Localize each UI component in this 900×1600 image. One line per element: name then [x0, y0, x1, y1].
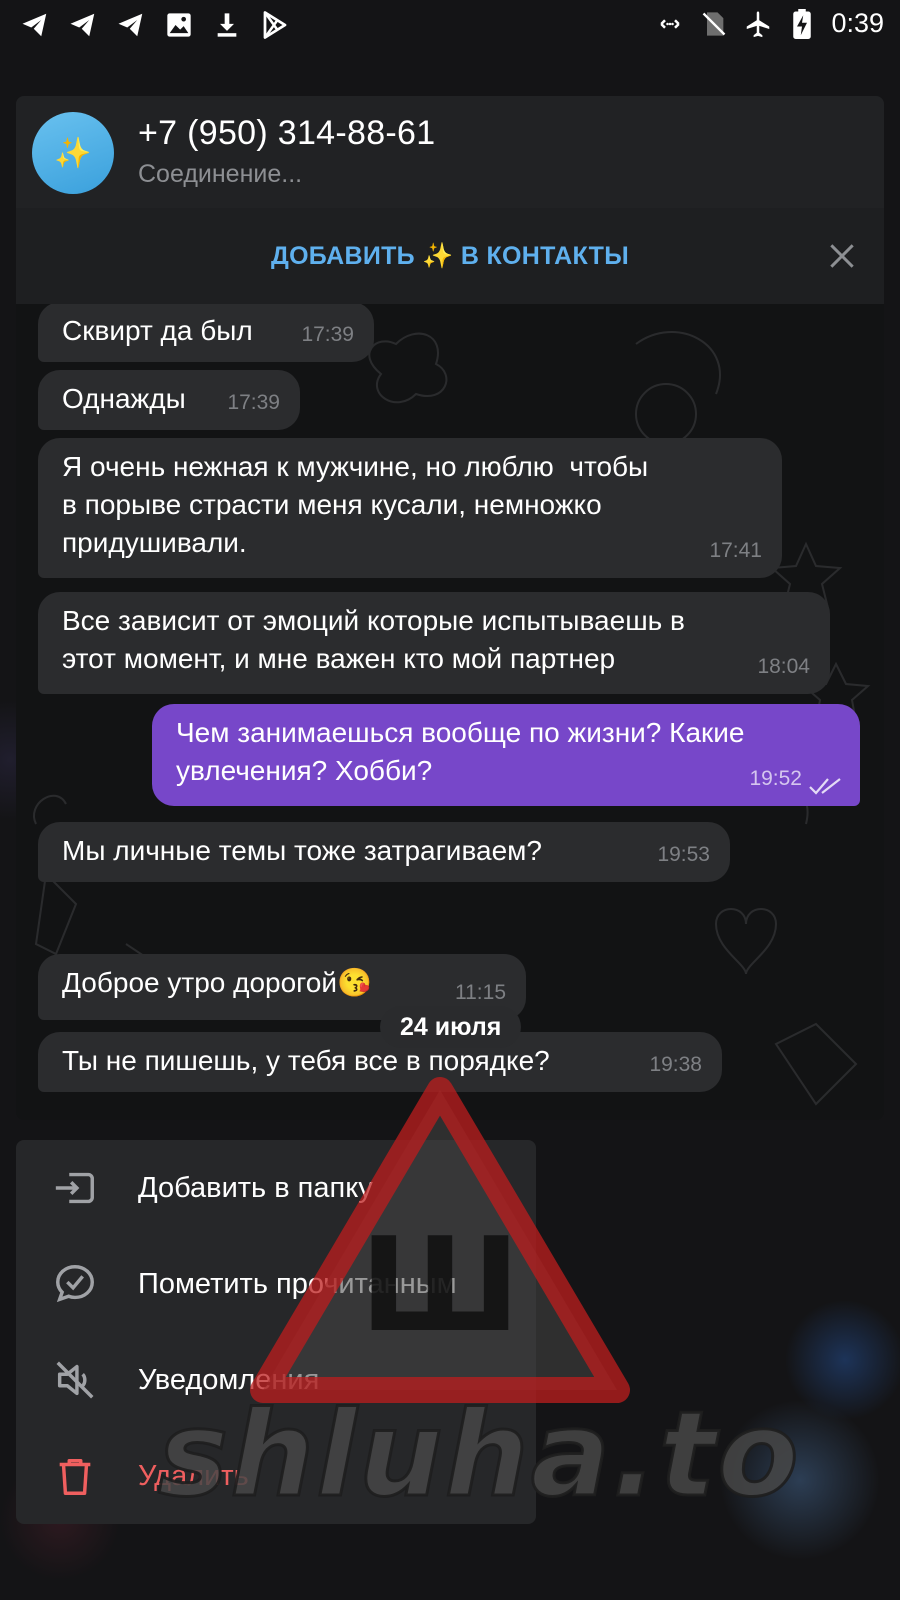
no-sim-icon [699, 9, 729, 39]
menu-item-delete[interactable]: Удалить [16, 1428, 536, 1524]
battery-charging-icon [787, 8, 817, 39]
menu-item-label: Удалить [138, 1459, 249, 1492]
telegram-icon [116, 10, 146, 40]
avatar: ✨ [32, 112, 114, 194]
message-time: 19:38 [649, 1053, 702, 1076]
play-store-icon [260, 10, 290, 40]
message-text: Я очень нежная к мужчине, но люблю чтобы… [62, 451, 649, 558]
close-icon[interactable] [826, 240, 858, 272]
menu-item-label: Уведомления [138, 1363, 320, 1396]
incoming-message[interactable]: Однажды 17:39 [38, 370, 300, 430]
menu-item-notifications[interactable]: Уведомления [16, 1332, 536, 1428]
outgoing-message[interactable]: Чем занимаешься вообще по жизни? Какие у… [152, 704, 860, 806]
add-contact-label-part1: ДОБАВИТЬ [270, 241, 415, 270]
download-icon [212, 10, 242, 40]
chat-title: +7 (950) 314-88-61 [138, 114, 436, 152]
add-contact-bar: ДОБАВИТЬ ✨ В КОНТАКТЫ [16, 208, 884, 304]
chat-preview[interactable]: ✨ +7 (950) 314-88-61 Соединение... ДОБАВ… [16, 96, 884, 1120]
telegram-icon [20, 10, 50, 40]
airplane-icon [743, 9, 773, 39]
message-time: 19:53 [657, 843, 710, 866]
image-icon [164, 10, 194, 40]
data-saver-icon [655, 9, 685, 39]
connection-status: Соединение... [138, 160, 303, 188]
mute-icon [52, 1357, 98, 1403]
message-time: 17:39 [301, 323, 354, 346]
trash-icon [52, 1453, 98, 1499]
incoming-message[interactable]: Мы личные темы тоже затрагиваем? 19:53 [38, 822, 730, 882]
chat-header[interactable]: ✨ +7 (950) 314-88-61 Соединение... [16, 96, 884, 208]
double-check-icon [809, 778, 841, 795]
incoming-message[interactable]: Я очень нежная к мужчине, но люблю чтобы… [38, 438, 782, 578]
incoming-message[interactable]: Все зависит от эмоций которые испытываеш… [38, 592, 830, 694]
system-icons: 0:39 [655, 8, 884, 39]
message-text: Все зависит от эмоций которые испытываеш… [62, 605, 685, 674]
add-to-contacts-button[interactable]: ДОБАВИТЬ ✨ В КОНТАКТЫ [271, 242, 629, 271]
message-time: 17:39 [227, 391, 280, 414]
message-text: Чем занимаешься вообще по жизни? Какие у… [176, 717, 745, 786]
sparkles-emoji: ✨ [422, 241, 454, 270]
avatar-emoji: ✨ [54, 136, 92, 170]
menu-item-label: Пометить прочитанным [138, 1267, 457, 1300]
chat-check-icon [52, 1261, 98, 1307]
incoming-message[interactable]: Ты не пишешь, у тебя все в порядке? 19:38 [38, 1032, 722, 1092]
context-menu: Добавить в папку Пометить прочитанным Ув… [16, 1140, 536, 1524]
message-time: 19:52 [749, 767, 802, 790]
status-bar: 0:39 [0, 0, 900, 50]
menu-item-add-to-folder[interactable]: Добавить в папку [16, 1140, 536, 1236]
telegram-icon [68, 10, 98, 40]
message-text: Мы личные темы тоже затрагиваем? [62, 835, 542, 866]
add-contact-label-part2: В КОНТАКТЫ [460, 241, 630, 270]
message-time: 17:41 [709, 539, 762, 562]
messages-area[interactable]: Сквирт да был 17:39 Однажды 17:39 Я очень не… [16, 304, 884, 1120]
notification-icons [20, 10, 290, 40]
date-separator: 24 июля [380, 1006, 522, 1048]
message-text: Доброе утро дорогой😘 [62, 967, 372, 998]
folder-add-icon [52, 1165, 98, 1211]
menu-item-mark-read[interactable]: Пометить прочитанным [16, 1236, 536, 1332]
message-time: 18:04 [757, 655, 810, 678]
menu-item-label: Добавить в папку [138, 1171, 373, 1204]
clock: 0:39 [831, 8, 884, 38]
message-text: Ты не пишешь, у тебя все в порядке? [62, 1045, 550, 1076]
incoming-message[interactable]: Сквирт да был 17:39 [38, 304, 374, 362]
